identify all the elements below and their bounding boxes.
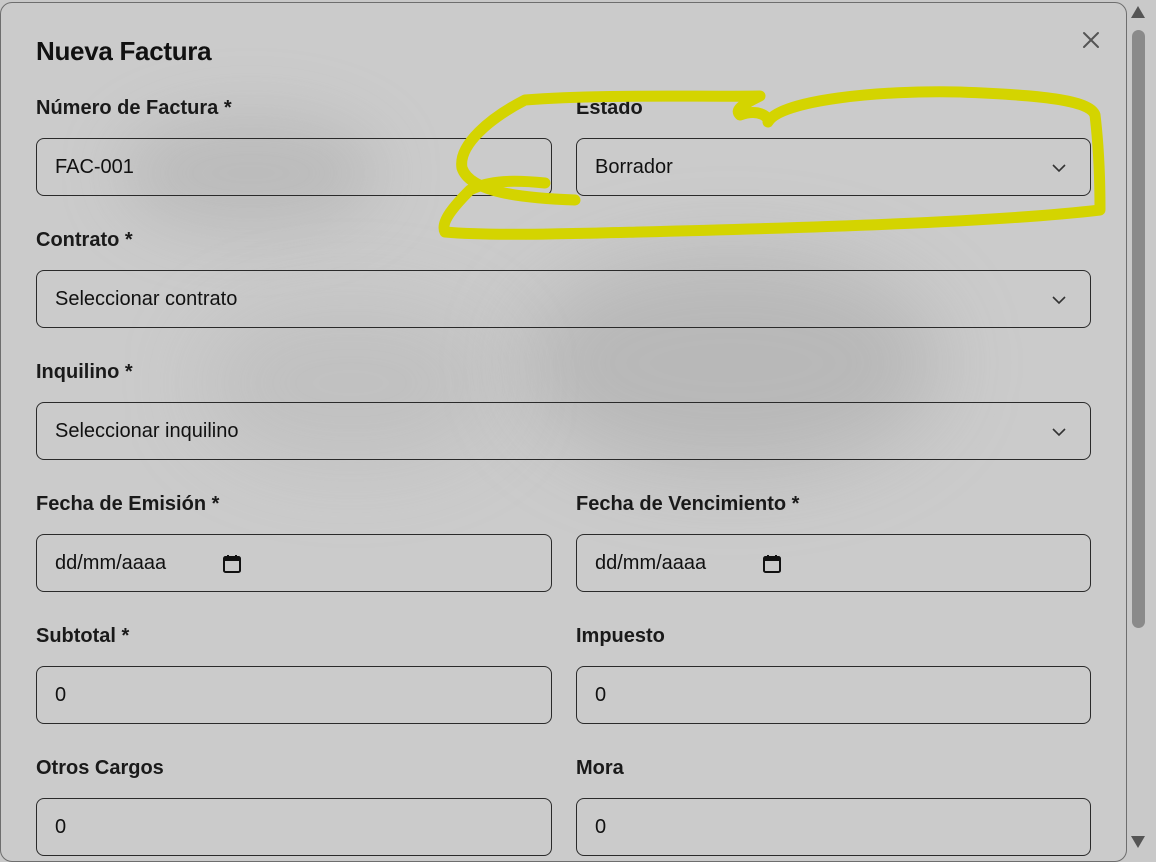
contract-value: Seleccionar contrato [55,287,238,310]
scroll-down-arrow-icon[interactable] [1131,836,1145,848]
other-charges-value: 0 [55,815,67,838]
close-icon[interactable] [1078,27,1104,53]
subtotal-input[interactable]: 0 [36,666,552,724]
tax-value: 0 [595,683,607,706]
due-date-placeholder: dd/mm/aaaa [595,551,707,574]
invoice-number-label: Número de Factura * [36,97,232,119]
late-fee-input[interactable]: 0 [576,798,1091,856]
tenant-label: Inquilino * [36,361,133,383]
invoice-number-value: FAC-001 [55,155,134,178]
other-charges-input[interactable]: 0 [36,798,552,856]
chevron-down-icon [1052,296,1066,305]
late-fee-label: Mora [576,757,624,779]
issue-date-input[interactable]: dd/mm/aaaa [36,534,552,592]
dialog-title: Nueva Factura [36,36,212,66]
chevron-down-icon [1052,164,1066,173]
calendar-icon[interactable] [761,553,783,575]
contract-label: Contrato * [36,229,133,251]
subtotal-label: Subtotal * [36,625,130,647]
tenant-select[interactable]: Seleccionar inquilino [36,402,1091,460]
invoice-number-input[interactable]: FAC-001 [36,138,552,196]
status-label: Estado [576,97,643,119]
calendar-icon[interactable] [221,553,243,575]
late-fee-value: 0 [595,815,607,838]
other-charges-label: Otros Cargos [36,757,164,779]
tax-input[interactable]: 0 [576,666,1091,724]
due-date-input[interactable]: dd/mm/aaaa [576,534,1091,592]
chevron-down-icon [1052,428,1066,437]
tax-label: Impuesto [576,625,665,647]
subtotal-value: 0 [55,683,67,706]
scrollbar-thumb[interactable] [1132,30,1145,628]
scroll-up-arrow-icon[interactable] [1131,6,1145,18]
contract-select[interactable]: Seleccionar contrato [36,270,1091,328]
tenant-value: Seleccionar inquilino [55,419,239,442]
due-date-label: Fecha de Vencimiento * [576,493,800,515]
status-select[interactable]: Borrador [576,138,1091,196]
issue-date-placeholder: dd/mm/aaaa [55,551,167,574]
issue-date-label: Fecha de Emisión * [36,493,220,515]
status-value: Borrador [595,155,673,178]
